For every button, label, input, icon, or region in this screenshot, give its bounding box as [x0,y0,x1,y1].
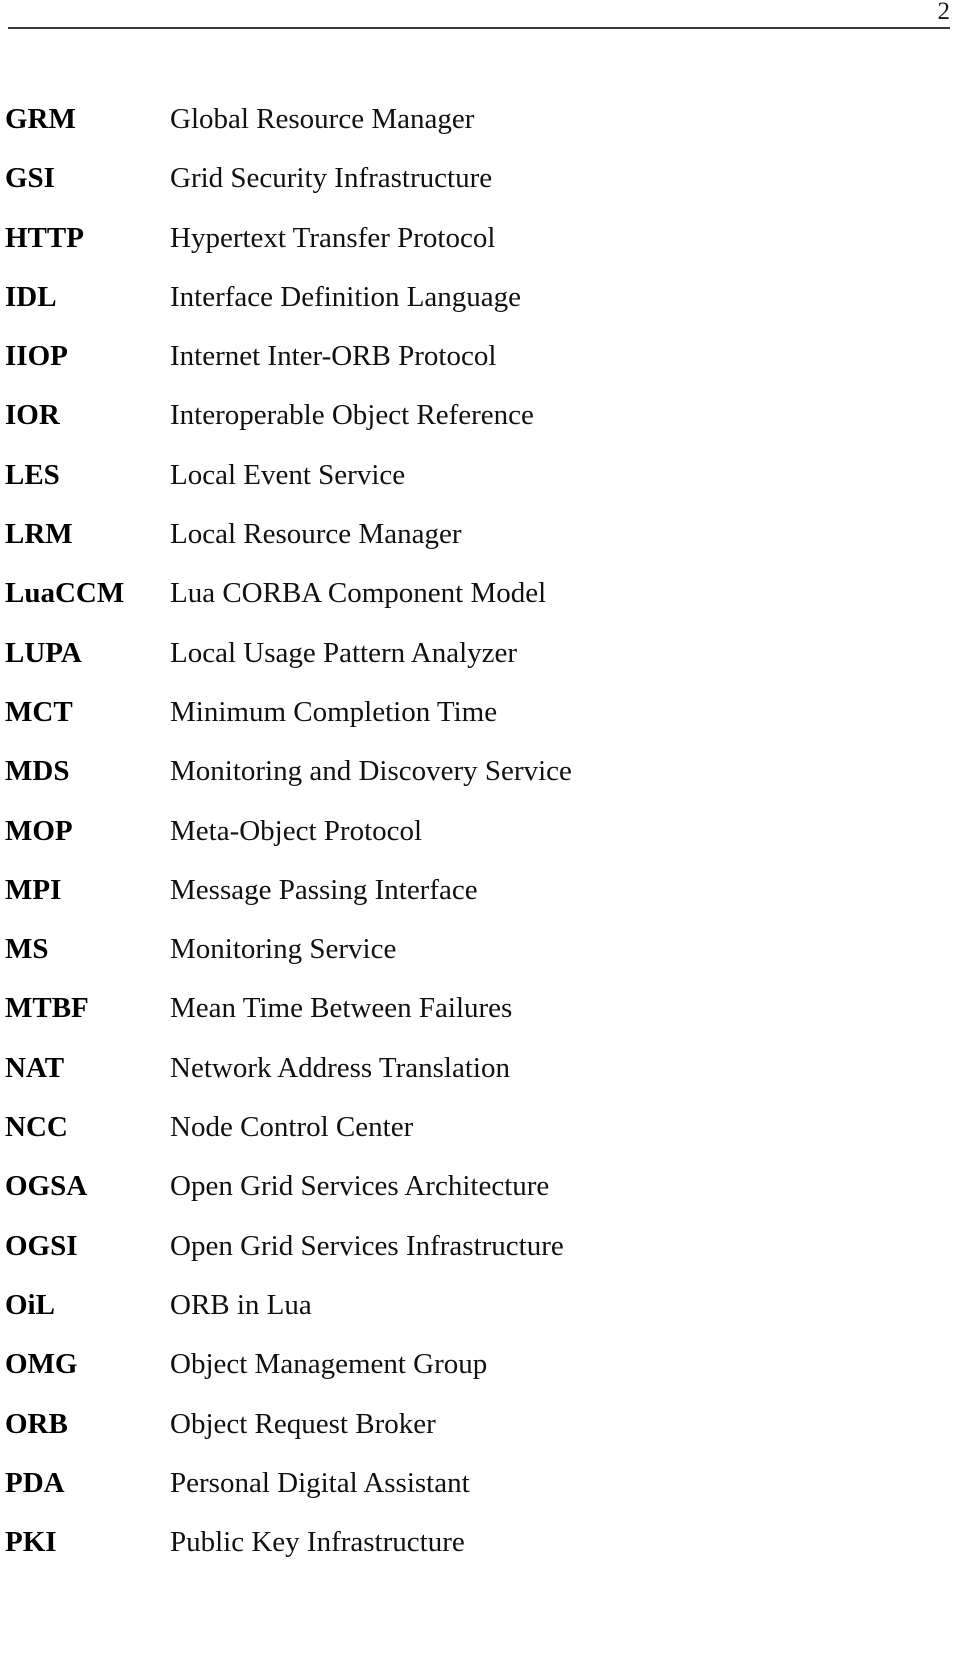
glossary-definition: Interoperable Object Reference [170,399,534,432]
glossary-row: MDS Monitoring and Discovery Service [0,754,960,813]
glossary-term: IOR [5,399,60,432]
glossary-definition: ORB in Lua [170,1288,312,1321]
glossary-term: OMG [5,1348,78,1381]
glossary-row: MS Monitoring Service [0,932,960,991]
glossary-definition: Object Management Group [170,1348,488,1381]
glossary-definition: Personal Digital Assistant [170,1466,470,1499]
glossary-definition: Message Passing Interface [170,873,478,906]
glossary-row: GSI Grid Security Infrastructure [0,161,960,220]
glossary-term: ORB [5,1407,68,1440]
glossary-row: LES Local Event Service [0,458,960,517]
glossary-row: HTTP Hypertext Transfer Protocol [0,221,960,280]
glossary-term: MTBF [5,992,89,1025]
glossary-row: GRM Global Resource Manager [0,102,960,161]
glossary-row: PDA Personal Digital Assistant [0,1466,960,1525]
glossary-term: NAT [5,1051,65,1084]
glossary-row: LuaCCM Lua CORBA Component Model [0,576,960,635]
glossary-row: NCC Node Control Center [0,1110,960,1169]
glossary-term: LUPA [5,636,82,669]
glossary-row: IOR Interoperable Object Reference [0,398,960,457]
glossary-definition: Lua CORBA Component Model [170,577,547,610]
glossary-row: NAT Network Address Translation [0,1051,960,1110]
glossary-definition: Minimum Completion Time [170,695,498,728]
glossary-term: NCC [5,1111,68,1144]
header-rule [8,27,950,29]
glossary-row: LUPA Local Usage Pattern Analyzer [0,636,960,695]
glossary-definition: Object Request Broker [170,1407,436,1440]
glossary-term: HTTP [5,221,84,254]
glossary-term: LuaCCM [5,577,125,610]
glossary-row: MCT Minimum Completion Time [0,695,960,754]
glossary-definition: Local Usage Pattern Analyzer [170,636,518,669]
glossary-row: OMG Object Management Group [0,1347,960,1406]
glossary-term: MPI [5,873,62,906]
glossary-definition: Monitoring Service [170,933,397,966]
glossary-row: OiL ORB in Lua [0,1288,960,1347]
glossary-term: IDL [5,280,57,313]
glossary-list: GRM Global Resource Manager GSI Grid Securi… [0,102,960,1584]
glossary-definition: Global Resource Manager [170,103,475,135]
glossary-term: LES [5,458,60,491]
glossary-definition: Local Resource Manager [170,518,462,551]
glossary-term: OGSI [5,1229,78,1262]
glossary-term: PKI [5,1526,57,1559]
glossary-definition: Interface Definition Language [170,280,522,313]
glossary-definition: Grid Security Infrastructure [170,162,493,195]
glossary-term: GRM [5,103,76,135]
glossary-term: PDA [5,1466,65,1499]
document-page: 2 GRM Global Resource Manager GSI Grid Secu… [0,0,960,1657]
glossary-row: MPI Message Passing Interface [0,873,960,932]
glossary-row: MOP Meta-Object Protocol [0,814,960,873]
glossary-definition: Local Event Service [170,458,406,491]
glossary-definition: Open Grid Services Architecture [170,1170,550,1203]
glossary-term: OGSA [5,1170,88,1203]
glossary-definition: Hypertext Transfer Protocol [170,221,496,254]
glossary-definition: Node Control Center [170,1111,414,1144]
glossary-row: OGSI Open Grid Services Infrastructure [0,1229,960,1288]
glossary-definition: Internet Inter-ORB Protocol [170,340,497,373]
glossary-term: MDS [5,755,70,788]
glossary-term: GSI [5,162,55,195]
glossary-term: MS [5,933,49,966]
glossary-row: LRM Local Resource Manager [0,517,960,576]
glossary-row: PKI Public Key Infrastructure [0,1525,960,1584]
page-header: 2 [8,0,950,32]
glossary-definition: Meta-Object Protocol [170,814,423,847]
glossary-term: MOP [5,814,73,847]
glossary-definition: Public Key Infrastructure [170,1526,465,1559]
glossary-row: MTBF Mean Time Between Failures [0,991,960,1050]
glossary-term: OiL [5,1288,55,1321]
glossary-definition: Monitoring and Discovery Service [170,755,572,788]
glossary-term: MCT [5,695,73,728]
glossary-term: LRM [5,518,73,551]
glossary-definition: Mean Time Between Failures [170,992,513,1025]
glossary-row: OGSA Open Grid Services Architecture [0,1169,960,1228]
glossary-definition: Open Grid Services Infrastructure [170,1229,564,1262]
glossary-term: IIOP [5,340,68,373]
glossary-row: IIOP Internet Inter-ORB Protocol [0,339,960,398]
glossary-row: IDL Interface Definition Language [0,280,960,339]
glossary-definition: Network Address Translation [170,1051,510,1084]
page-number: 2 [937,0,951,25]
glossary-row: ORB Object Request Broker [0,1407,960,1466]
